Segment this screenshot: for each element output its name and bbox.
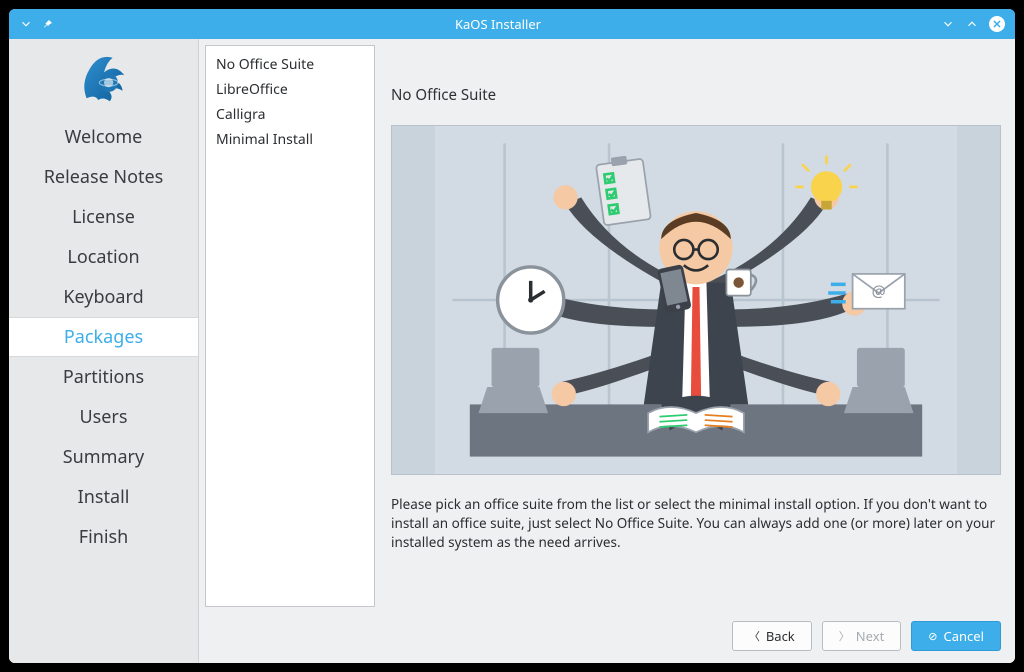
sidebar: Welcome Release Notes License Location K…	[9, 39, 199, 663]
step-label: Location	[67, 245, 139, 269]
selection-heading: No Office Suite	[391, 85, 1001, 105]
step-keyboard[interactable]: Keyboard	[9, 277, 198, 317]
step-packages[interactable]: Packages	[9, 317, 198, 357]
option-minimal[interactable]: Minimal Install	[206, 127, 374, 152]
button-label: Cancel	[944, 627, 984, 645]
wizard-buttons: 〈 Back 〉 Next ⊘ Cancel	[732, 621, 1001, 651]
pin-icon[interactable]	[41, 17, 55, 31]
step-label: Users	[80, 405, 128, 429]
step-welcome[interactable]: Welcome	[9, 117, 198, 157]
chevron-right-icon: 〉	[839, 628, 850, 644]
step-label: Release Notes	[44, 165, 164, 189]
kaos-logo-icon	[73, 47, 135, 109]
step-label: Summary	[63, 445, 144, 469]
option-calligra[interactable]: Calligra	[206, 102, 374, 127]
titlebar: KaOS Installer ✕	[9, 9, 1015, 39]
step-label: Install	[78, 485, 130, 509]
step-label: Partitions	[63, 365, 144, 389]
window-title: KaOS Installer	[55, 15, 941, 33]
body: Welcome Release Notes License Location K…	[9, 39, 1015, 663]
button-label: Back	[766, 627, 795, 645]
step-license[interactable]: License	[9, 197, 198, 237]
step-users[interactable]: Users	[9, 397, 198, 437]
step-partitions[interactable]: Partitions	[9, 357, 198, 397]
step-label: Packages	[64, 325, 143, 349]
option-label: LibreOffice	[216, 80, 288, 99]
description-text: Please pick an office suite from the lis…	[391, 495, 1001, 552]
close-icon[interactable]: ✕	[989, 16, 1005, 32]
step-location[interactable]: Location	[9, 237, 198, 277]
illustration: @	[391, 125, 1001, 475]
step-summary[interactable]: Summary	[9, 437, 198, 477]
minimize-icon[interactable]	[941, 17, 955, 31]
installer-window: KaOS Installer ✕	[9, 9, 1015, 663]
next-button: 〉 Next	[822, 621, 902, 651]
step-release-notes[interactable]: Release Notes	[9, 157, 198, 197]
package-option-list: No Office Suite LibreOffice Calligra Min…	[205, 45, 375, 607]
step-label: Keyboard	[63, 285, 143, 309]
svg-text:@: @	[872, 280, 886, 302]
option-libreoffice[interactable]: LibreOffice	[206, 77, 374, 102]
option-no-office[interactable]: No Office Suite	[206, 52, 374, 77]
step-label: License	[72, 205, 135, 229]
maximize-icon[interactable]	[965, 17, 979, 31]
step-label: Welcome	[65, 125, 143, 149]
option-label: Calligra	[216, 105, 266, 124]
step-label: Finish	[79, 525, 129, 549]
prohibit-icon: ⊘	[928, 629, 937, 644]
cancel-button[interactable]: ⊘ Cancel	[911, 621, 1001, 651]
back-button[interactable]: 〈 Back	[732, 621, 812, 651]
button-label: Next	[856, 627, 885, 645]
step-install[interactable]: Install	[9, 477, 198, 517]
main-panel: No Office Suite	[375, 39, 1015, 663]
option-label: Minimal Install	[216, 130, 313, 149]
option-label: No Office Suite	[216, 55, 314, 74]
step-list: Welcome Release Notes License Location K…	[9, 117, 198, 557]
step-finish[interactable]: Finish	[9, 517, 198, 557]
app-menu-icon[interactable]	[19, 17, 33, 31]
chevron-left-icon: 〈	[749, 628, 760, 644]
